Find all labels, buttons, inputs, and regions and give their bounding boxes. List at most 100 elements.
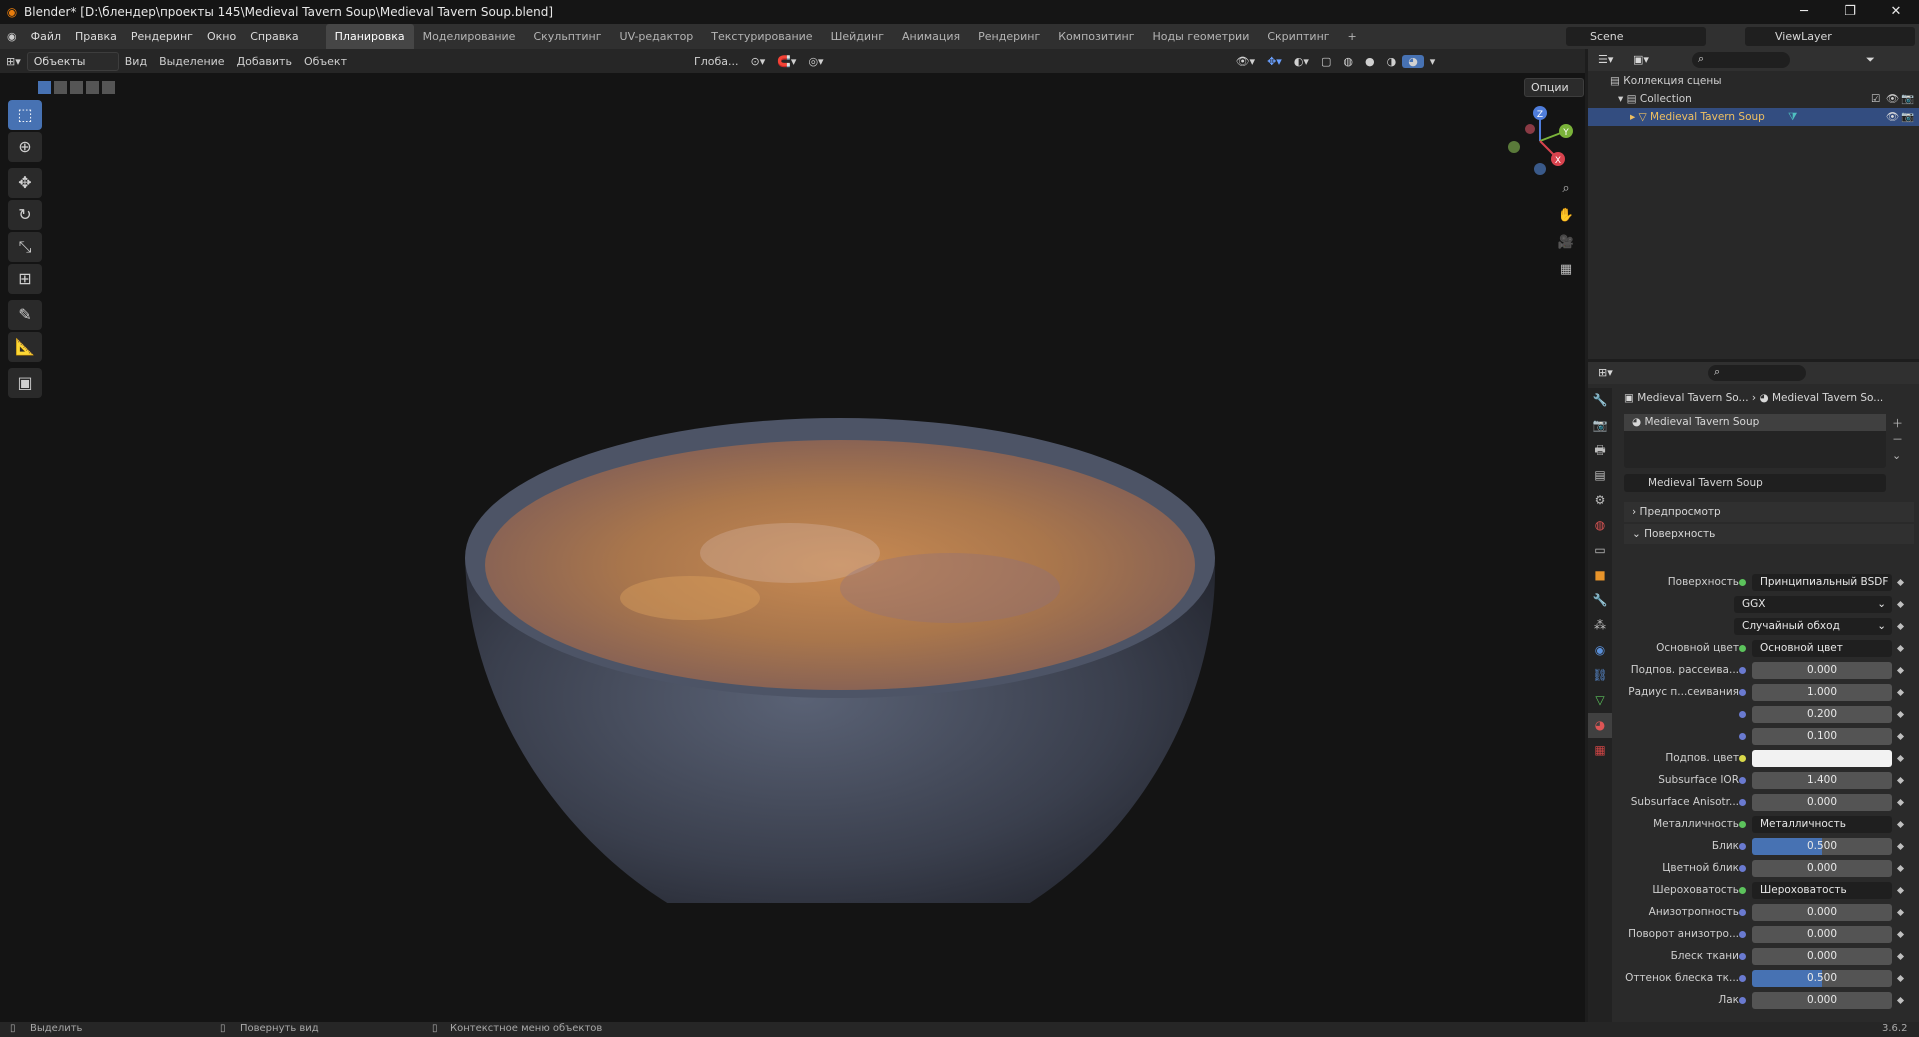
- zoom-icon[interactable]: ⌕: [1555, 178, 1577, 200]
- properties-search-input[interactable]: ⌕: [1708, 365, 1806, 381]
- material-tab-icon[interactable]: ◕: [1588, 713, 1612, 738]
- value-field[interactable]: Принципиальный BSDF: [1752, 574, 1892, 591]
- value-field[interactable]: 1.000: [1752, 684, 1892, 701]
- keyframe-icon[interactable]: [1896, 952, 1905, 961]
- modifier-tab-icon[interactable]: 🔧: [1588, 588, 1612, 613]
- socket-icon[interactable]: [1739, 579, 1746, 586]
- display-mode-icon[interactable]: ▣▾: [1633, 53, 1649, 66]
- value-field[interactable]: 0.000: [1752, 948, 1892, 965]
- keyframe-icon[interactable]: [1896, 798, 1905, 807]
- socket-icon[interactable]: [1739, 689, 1746, 696]
- properties-editor-icon[interactable]: ⊞▾: [1598, 366, 1613, 379]
- shading-wireframe-icon[interactable]: ◍: [1337, 55, 1359, 68]
- menu-select[interactable]: Выделение: [153, 55, 231, 68]
- value-field[interactable]: Металличность: [1752, 816, 1892, 833]
- keyframe-icon[interactable]: [1896, 710, 1905, 719]
- add-workspace-button[interactable]: +: [1339, 24, 1366, 49]
- outliner-editor-icon[interactable]: ☰▾: [1598, 53, 1613, 66]
- socket-icon[interactable]: [1739, 777, 1746, 784]
- select-invert-icon[interactable]: [86, 81, 99, 94]
- material-slot-item[interactable]: ◕ Medieval Tavern Soup: [1624, 414, 1886, 431]
- annotate-tool-icon[interactable]: ✎: [8, 300, 42, 330]
- socket-icon[interactable]: [1739, 997, 1746, 1004]
- tab-animation[interactable]: Анимация: [893, 24, 969, 49]
- transform-orientation-dropdown[interactable]: Глоба...: [688, 55, 744, 68]
- material-datablock-field[interactable]: Medieval Tavern Soup: [1624, 474, 1886, 492]
- outliner-scene-collection[interactable]: ▤ Коллекция сцены: [1588, 72, 1919, 90]
- keyframe-icon[interactable]: [1896, 688, 1905, 697]
- collection-tab-icon[interactable]: ▭: [1588, 538, 1612, 563]
- socket-icon[interactable]: [1739, 865, 1746, 872]
- tab-compositing[interactable]: Композитинг: [1049, 24, 1143, 49]
- keyframe-icon[interactable]: [1896, 578, 1905, 587]
- socket-icon[interactable]: [1739, 755, 1746, 762]
- value-field[interactable]: 0.000: [1752, 794, 1892, 811]
- transform-tool-icon[interactable]: ⊞: [8, 264, 42, 294]
- dropdown-field[interactable]: Случайный обход ⌄: [1734, 618, 1892, 635]
- view-layer-selector[interactable]: ViewLayer: [1745, 27, 1915, 46]
- tab-scripting[interactable]: Скриптинг: [1258, 24, 1338, 49]
- perspective-grid-icon[interactable]: ▦: [1555, 259, 1577, 281]
- socket-icon[interactable]: [1739, 733, 1746, 740]
- rotate-tool-icon[interactable]: ↻: [8, 200, 42, 230]
- keyframe-icon[interactable]: [1896, 622, 1905, 631]
- tab-layout[interactable]: Планировка: [325, 24, 414, 49]
- keyframe-icon[interactable]: [1896, 732, 1905, 741]
- select-box-tool-icon[interactable]: ⬚: [8, 100, 42, 130]
- socket-icon[interactable]: [1739, 799, 1746, 806]
- outliner-search-input[interactable]: ⌕: [1692, 52, 1790, 68]
- chevron-down-icon[interactable]: ⌄: [1892, 448, 1903, 464]
- scene-selector[interactable]: Scene: [1566, 27, 1706, 46]
- socket-icon[interactable]: [1739, 931, 1746, 938]
- keyframe-icon[interactable]: [1896, 996, 1905, 1005]
- menu-window[interactable]: Окно: [200, 24, 243, 49]
- eye-icon[interactable]: 👁: [1886, 90, 1899, 108]
- select-intersect-icon[interactable]: [102, 81, 115, 94]
- menu-file[interactable]: Файл: [24, 24, 68, 49]
- value-field[interactable]: 0.000: [1752, 860, 1892, 877]
- select-new-icon[interactable]: [38, 81, 51, 94]
- socket-icon[interactable]: [1739, 667, 1746, 674]
- keyframe-icon[interactable]: [1896, 842, 1905, 851]
- snap-icon[interactable]: 🧲▾: [771, 55, 802, 68]
- value-field[interactable]: 0.000: [1752, 992, 1892, 1009]
- menu-view[interactable]: Вид: [119, 55, 153, 68]
- color-swatch[interactable]: [1752, 750, 1892, 767]
- value-field[interactable]: Основной цвет: [1752, 640, 1892, 657]
- tab-modeling[interactable]: Моделирование: [414, 24, 525, 49]
- outliner-object-row[interactable]: ▸ ▽ Medieval Tavern Soup ⧩ 👁 📷: [1588, 108, 1919, 126]
- shading-rendered-icon[interactable]: ◕: [1402, 54, 1424, 68]
- overlay-icon[interactable]: ◐▾: [1288, 55, 1315, 68]
- keyframe-icon[interactable]: [1896, 644, 1905, 653]
- value-field[interactable]: 1.400: [1752, 772, 1892, 789]
- select-subtract-icon[interactable]: [70, 81, 83, 94]
- maximize-button[interactable]: ❐: [1827, 0, 1873, 24]
- value-field[interactable]: 0.000: [1752, 662, 1892, 679]
- expand-arrow-icon[interactable]: ▾: [1618, 93, 1627, 105]
- menu-edit[interactable]: Правка: [68, 24, 124, 49]
- 3d-viewport[interactable]: Опции Z Y X ⌕ ✋ 🎥 ▦: [0, 73, 1585, 1022]
- scale-tool-icon[interactable]: ⤡: [8, 232, 42, 262]
- tab-sculpting[interactable]: Скульптинг: [524, 24, 610, 49]
- checkbox-icon[interactable]: ☑: [1871, 90, 1880, 108]
- filter-icon[interactable]: ⏷: [1866, 53, 1875, 67]
- shading-solid-icon[interactable]: ●: [1359, 55, 1381, 68]
- move-tool-icon[interactable]: ✥: [8, 168, 42, 198]
- xray-icon[interactable]: ▢: [1315, 55, 1337, 68]
- socket-icon[interactable]: [1739, 909, 1746, 916]
- shading-options-icon[interactable]: ▾: [1424, 55, 1442, 68]
- preview-panel-header[interactable]: › Предпросмотр: [1624, 502, 1914, 522]
- expand-arrow-icon[interactable]: ▸: [1630, 111, 1639, 123]
- cursor-tool-icon[interactable]: ⊕: [8, 132, 42, 162]
- particles-tab-icon[interactable]: ⁂: [1588, 613, 1612, 638]
- outliner-collection[interactable]: ▾ ▤ Collection ☑ 👁 📷: [1588, 90, 1919, 108]
- value-field[interactable]: 0.000: [1752, 904, 1892, 921]
- value-field[interactable]: 0.500: [1752, 838, 1892, 855]
- remove-slot-icon[interactable]: －: [1892, 432, 1903, 448]
- add-cube-tool-icon[interactable]: ▣: [8, 368, 42, 398]
- keyframe-icon[interactable]: [1896, 754, 1905, 763]
- select-extend-icon[interactable]: [54, 81, 67, 94]
- menu-render[interactable]: Рендеринг: [124, 24, 200, 49]
- scene-tab-icon[interactable]: ⚙: [1588, 488, 1612, 513]
- value-field[interactable]: Шероховатость: [1752, 882, 1892, 899]
